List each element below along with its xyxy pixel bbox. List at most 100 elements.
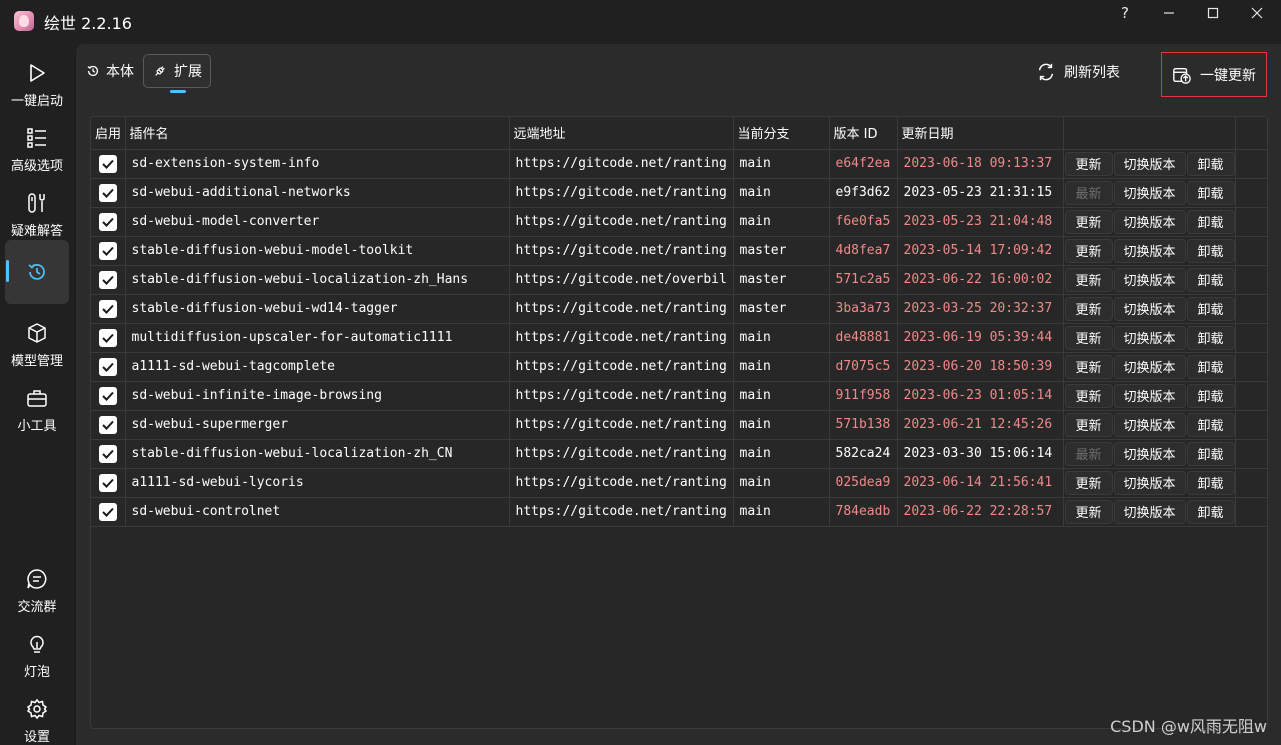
enable-checkbox[interactable] [99, 154, 117, 173]
sidebar-item-models[interactable]: 模型管理 [5, 310, 69, 374]
column-header-enabled[interactable]: 启用 [91, 117, 126, 150]
table-row: sd-webui-infinite-image-browsing https://… [91, 381, 1267, 411]
uninstall-button[interactable]: 卸载 [1186, 238, 1234, 263]
enable-checkbox[interactable] [99, 183, 117, 202]
table-row: a1111-sd-webui-lycoris https://gitcode.ne… [91, 468, 1267, 498]
version-id: e64f2ea [829, 149, 898, 179]
branch-name: main [733, 323, 830, 353]
enable-checkbox[interactable] [99, 415, 117, 434]
switch-version-button[interactable]: 切换版本 [1113, 354, 1186, 379]
switch-version-button[interactable]: 切换版本 [1113, 383, 1186, 408]
column-header-version[interactable]: 版本 ID [829, 117, 898, 150]
switch-version-button[interactable]: 切换版本 [1113, 499, 1186, 524]
switch-version-button[interactable]: 切换版本 [1113, 209, 1186, 234]
switch-version-button[interactable]: 切换版本 [1113, 412, 1186, 437]
toolbox-icon [24, 385, 50, 411]
switch-version-button[interactable]: 切换版本 [1113, 238, 1186, 263]
switch-version-button[interactable]: 切换版本 [1113, 180, 1186, 205]
sidebar-item-bulb[interactable]: 灯泡 [5, 621, 69, 685]
uninstall-button[interactable]: 卸载 [1186, 499, 1234, 524]
enable-checkbox[interactable] [99, 270, 117, 289]
latest-button[interactable]: 最新 [1064, 180, 1113, 205]
remote-url: https://gitcode.net/ranting [509, 207, 734, 237]
uninstall-button[interactable]: 卸载 [1186, 325, 1234, 350]
enable-checkbox[interactable] [99, 473, 117, 492]
update-button[interactable]: 更新 [1064, 470, 1113, 495]
uninstall-button[interactable]: 卸载 [1186, 412, 1234, 437]
version-id: 571c2a5 [829, 265, 898, 295]
latest-button[interactable]: 最新 [1064, 441, 1113, 466]
column-header-remote[interactable]: 远端地址 [509, 117, 734, 150]
update-button[interactable]: 更新 [1064, 325, 1113, 350]
refresh-list-button[interactable]: 刷新列表 [1026, 50, 1130, 94]
uninstall-button[interactable]: 卸载 [1186, 267, 1234, 292]
remote-url: https://gitcode.net/ranting [509, 381, 734, 411]
row-spacer [1235, 352, 1267, 382]
enable-checkbox[interactable] [99, 502, 117, 521]
branch-name: main [733, 468, 830, 498]
update-button[interactable]: 更新 [1064, 412, 1113, 437]
switch-version-button[interactable]: 切换版本 [1113, 441, 1186, 466]
checkmark-icon [102, 362, 114, 372]
update-button[interactable]: 更新 [1064, 151, 1113, 176]
refresh-list-label: 刷新列表 [1064, 65, 1120, 81]
enable-checkbox[interactable] [99, 386, 117, 405]
enable-checkbox[interactable] [99, 241, 117, 260]
uninstall-button[interactable]: 卸载 [1186, 470, 1234, 495]
update-button[interactable]: 更新 [1064, 499, 1113, 524]
update-button[interactable]: 更新 [1064, 267, 1113, 292]
uninstall-button[interactable]: 卸载 [1186, 354, 1234, 379]
uninstall-button[interactable]: 卸载 [1186, 180, 1234, 205]
switch-version-button[interactable]: 切换版本 [1113, 151, 1186, 176]
update-date: 2023-06-23 01:05:14 [897, 381, 1064, 411]
close-button[interactable] [1235, 0, 1279, 26]
uninstall-button[interactable]: 卸载 [1186, 209, 1234, 234]
switch-version-button[interactable]: 切换版本 [1113, 296, 1186, 321]
uninstall-button[interactable]: 卸载 [1186, 296, 1234, 321]
column-header-branch[interactable]: 当前分支 [733, 117, 830, 150]
maximize-icon [1207, 7, 1219, 19]
switch-version-button[interactable]: 切换版本 [1113, 267, 1186, 292]
sidebar-item-launch[interactable]: 一键启动 [5, 50, 69, 114]
sidebar-item-troubleshoot[interactable]: 疑难解答 [5, 180, 69, 244]
checkmark-icon [102, 449, 114, 459]
tab-extensions[interactable]: 扩展 [143, 54, 211, 88]
switch-version-button[interactable]: 切换版本 [1113, 470, 1186, 495]
enable-checkbox[interactable] [99, 212, 117, 231]
table-row: sd-webui-model-converter https://gitcode.… [91, 207, 1267, 237]
update-button[interactable]: 更新 [1064, 383, 1113, 408]
enable-checkbox[interactable] [99, 328, 117, 347]
uninstall-button[interactable]: 卸载 [1186, 441, 1234, 466]
enable-checkbox[interactable] [99, 357, 117, 376]
maximize-button[interactable] [1191, 0, 1235, 26]
uninstall-button[interactable]: 卸载 [1186, 383, 1234, 408]
branch-name: master [733, 265, 830, 295]
minimize-button[interactable] [1147, 0, 1191, 26]
tab-core[interactable]: 本体 [78, 54, 142, 88]
sidebar-item-advanced[interactable]: 高级选项 [5, 115, 69, 179]
sidebar-item-version[interactable] [5, 240, 69, 304]
update-all-button[interactable]: 一键更新 [1161, 52, 1267, 97]
column-header-date[interactable]: 更新日期 [897, 117, 1064, 150]
sidebar-item-settings[interactable]: 设置 [5, 686, 69, 745]
update-button[interactable]: 更新 [1064, 209, 1113, 234]
switch-version-button[interactable]: 切换版本 [1113, 325, 1186, 350]
help-button[interactable]: ? [1103, 0, 1147, 26]
enable-checkbox[interactable] [99, 299, 117, 318]
sidebar-item-community[interactable]: 交流群 [5, 556, 69, 620]
update-button[interactable]: 更新 [1064, 296, 1113, 321]
row-actions: 更新 切换版本 卸载 [1063, 265, 1236, 295]
update-button[interactable]: 更新 [1064, 238, 1113, 263]
version-id: f6e0fa5 [829, 207, 898, 237]
column-header-name[interactable]: 插件名 [125, 117, 510, 150]
update-button[interactable]: 更新 [1064, 354, 1113, 379]
version-id: e9f3d62 [829, 178, 898, 208]
enable-checkbox[interactable] [99, 444, 117, 463]
enable-cell [91, 207, 126, 237]
sidebar-item-label: 交流群 [17, 600, 57, 615]
extension-name: a1111-sd-webui-lycoris [125, 468, 510, 498]
sidebar-item-tools[interactable]: 小工具 [5, 375, 69, 439]
sidebar-item-label: 模型管理 [10, 354, 63, 369]
uninstall-button[interactable]: 卸载 [1186, 151, 1234, 176]
table-row: a1111-sd-webui-tagcomplete https://gitcod… [91, 352, 1267, 382]
